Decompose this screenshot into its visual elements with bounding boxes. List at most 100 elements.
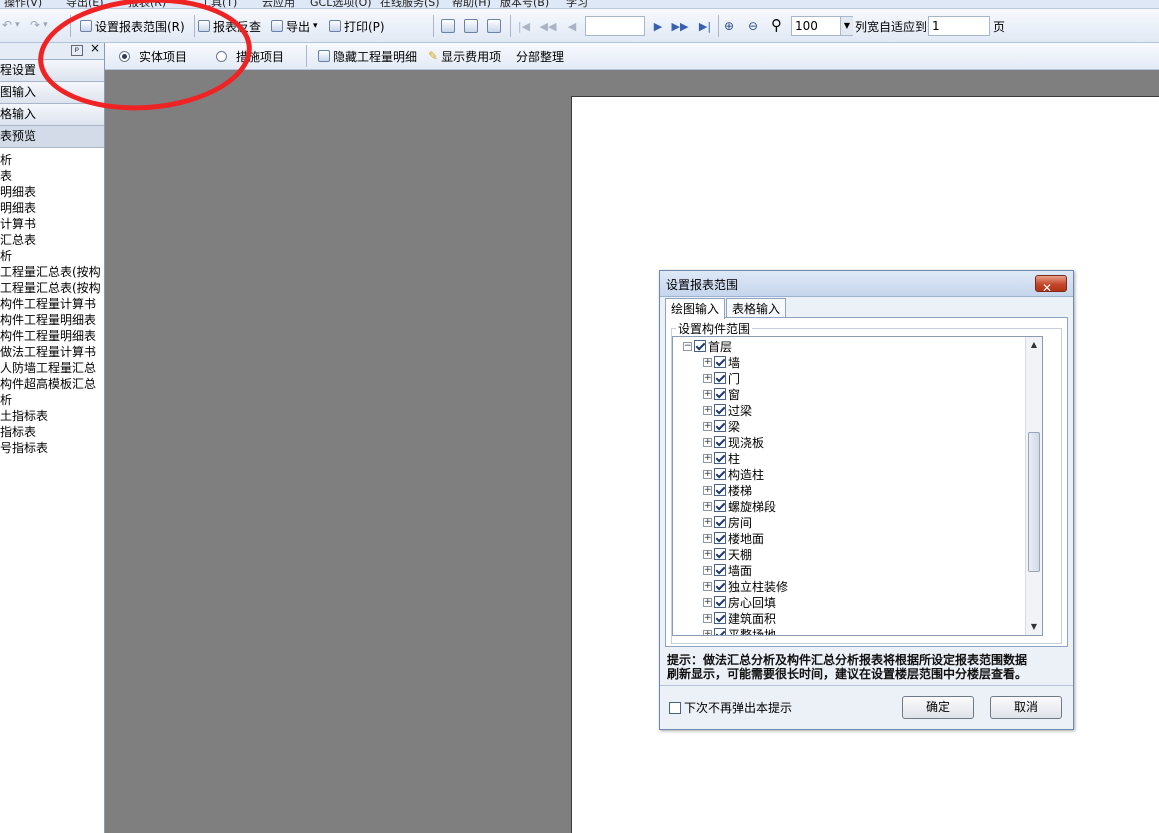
list-item[interactable]: 明细表 [0,200,104,216]
expand-icon[interactable]: + [703,437,712,447]
nav-section-project-settings[interactable]: 程设置 [0,60,104,82]
print-button[interactable]: 打印(P) [329,15,385,37]
tree-item[interactable]: + 过梁 [703,402,752,418]
menu-item[interactable]: 学习 [566,0,588,8]
tree-item[interactable]: + 墙 [703,354,740,370]
pin-icon[interactable]: ᵖ [71,45,83,57]
tree-item[interactable]: + 平整场地 [703,626,776,635]
menu-item[interactable]: 报表(R) [128,0,166,8]
export-button[interactable]: 导出 ▾ [271,15,318,37]
tree-item-checkbox[interactable] [714,388,726,400]
list-item[interactable]: 明细表 [0,184,104,200]
expand-icon[interactable]: + [703,373,712,383]
tree-item[interactable]: + 房心回填 [703,594,776,610]
undo-button[interactable]: ↶ ▾ [2,14,20,36]
expand-icon[interactable]: + [703,597,712,607]
next-page-button[interactable]: ▶ [650,17,666,35]
menu-item[interactable]: 云应用 [262,0,295,8]
dont-show-checkbox[interactable] [669,701,681,714]
tree-item-checkbox[interactable] [714,628,726,635]
first-page-button[interactable]: |◀ [516,17,532,35]
tree-root-floor1[interactable]: − 首层 [683,338,732,354]
tree-item-checkbox[interactable] [714,548,726,560]
list-item[interactable]: 构件工程量明细表 [0,328,104,344]
list-item[interactable]: 构件工程量明细表 [0,312,104,328]
expand-icon[interactable]: + [703,565,712,575]
expand-icon[interactable]: + [703,549,712,559]
menu-item[interactable]: 版本号(B) [500,0,549,8]
tree-item[interactable]: + 窗 [703,386,740,402]
tree-item-checkbox[interactable] [714,612,726,624]
fit-pages-input[interactable]: 1 [928,16,990,36]
tree-item[interactable]: + 螺旋梯段 [703,498,776,514]
tree-item[interactable]: + 梁 [703,418,740,434]
tree-scrollbar[interactable]: ▲ ▼ [1025,337,1042,635]
expand-icon[interactable]: + [703,469,712,479]
tree-item[interactable]: + 柱 [703,450,740,466]
expand-icon[interactable]: + [703,485,712,495]
close-button[interactable]: ✕ [1035,275,1067,295]
tree-item[interactable]: + 门 [703,370,740,386]
list-item[interactable]: 做法工程量计算书 [0,344,104,360]
collapse-icon[interactable]: − [683,341,692,351]
tree-item-checkbox[interactable] [714,404,726,416]
radio-entity-items[interactable]: 实体项目 [119,45,187,67]
tree-item[interactable]: + 构造柱 [703,466,764,482]
close-panel-icon[interactable]: × [90,42,100,54]
list-item[interactable]: 土指标表 [0,408,104,424]
single-page-view-button[interactable] [441,15,455,37]
expand-icon[interactable]: + [703,501,712,511]
root-checkbox[interactable] [694,340,706,352]
tree-item[interactable]: + 现浇板 [703,434,764,450]
prev-page-button[interactable]: ◀ [564,17,580,35]
list-item[interactable]: 汇总表 [0,232,104,248]
list-item[interactable]: 表 [0,168,104,184]
scroll-up-icon[interactable]: ▲ [1026,337,1042,353]
tree-item[interactable]: + 独立柱装修 [703,578,788,594]
list-item[interactable]: 指标表 [0,424,104,440]
tree-item-checkbox[interactable] [714,532,726,544]
multi-page-view-button[interactable] [487,15,501,37]
list-item[interactable]: 号指标表 [0,440,104,456]
tab-drawing-input[interactable]: 绘图输入 [665,298,726,319]
tree-item[interactable]: + 楼梯 [703,482,752,498]
nav-section-report-preview[interactable]: 表预览 [0,126,104,148]
menu-item[interactable]: 在线服务(S) [380,0,440,8]
tree-item-checkbox[interactable] [714,596,726,608]
tree-item[interactable]: + 墙面 [703,562,752,578]
tree-item-checkbox[interactable] [714,580,726,592]
expand-icon[interactable]: + [703,421,712,431]
expand-icon[interactable]: + [703,453,712,463]
tree-item[interactable]: + 天棚 [703,546,752,562]
expand-icon[interactable]: + [703,389,712,399]
scroll-down-icon[interactable]: ▼ [1026,619,1042,635]
ok-button[interactable]: 确定 [902,696,974,719]
expand-icon[interactable]: + [703,581,712,591]
two-page-view-button[interactable] [464,15,478,37]
zoom-out-button[interactable]: ⊖ [748,15,758,37]
expand-icon[interactable]: + [703,613,712,623]
list-item[interactable]: 析 [0,248,104,264]
tree-item-checkbox[interactable] [714,372,726,384]
tab-table-input[interactable]: 表格输入 [726,298,787,318]
set-report-range-button[interactable]: 设置报表范围(R) [80,15,185,37]
tree-item-checkbox[interactable] [714,356,726,368]
list-item[interactable]: 工程量汇总表(按构 [0,280,104,296]
menu-item[interactable]: GCL选项(O) [310,0,372,8]
list-item[interactable]: 工程量汇总表(按构 [0,264,104,280]
tree-item[interactable]: + 房间 [703,514,752,530]
tree-item-checkbox[interactable] [714,516,726,528]
list-item[interactable]: 析 [0,152,104,168]
tree-item[interactable]: + 建筑面积 [703,610,776,626]
menu-item[interactable]: 工具(T) [200,0,237,8]
list-item[interactable]: 析 [0,392,104,408]
last-page-button[interactable]: ▶| [697,17,713,35]
cancel-button[interactable]: 取消 [990,696,1062,719]
tree-item-checkbox[interactable] [714,452,726,464]
redo-button[interactable]: ↷ ▾ [30,14,48,36]
scrollbar-thumb[interactable] [1028,432,1040,572]
prev-fast-button[interactable]: ◀◀ [540,17,557,35]
tree-item-checkbox[interactable] [714,468,726,480]
menu-item[interactable]: 操作(V) [4,0,42,8]
list-item[interactable]: 构件超高模板汇总 [0,376,104,392]
